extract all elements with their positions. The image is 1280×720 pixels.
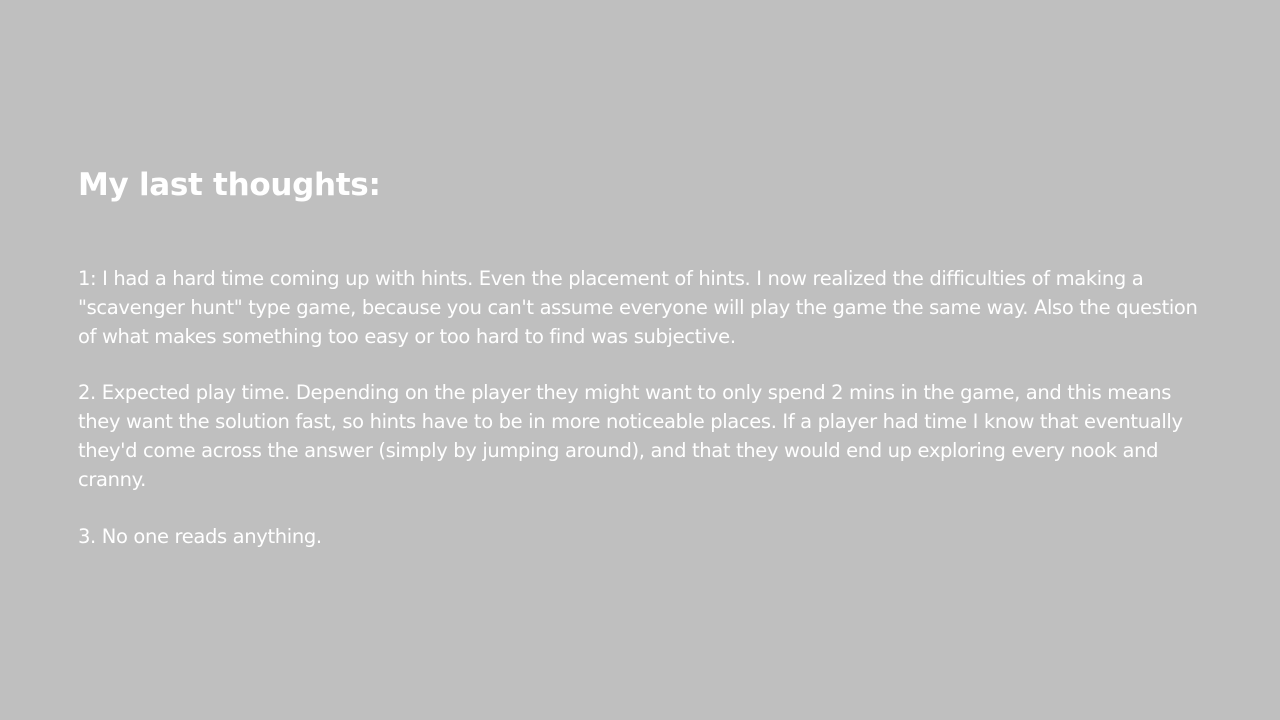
paragraph-play-time: 2. Expected play time. Depending on the …	[78, 381, 1183, 491]
paragraph-hints: 1: I had a hard time coming up with hint…	[78, 267, 1198, 348]
slide-body: 1: I had a hard time coming up with hint…	[78, 265, 1218, 551]
slide-title: My last thoughts:	[78, 167, 381, 203]
slide: My last thoughts: 1: I had a hard time c…	[0, 0, 1280, 720]
paragraph-no-one-reads: 3. No one reads anything.	[78, 524, 322, 548]
